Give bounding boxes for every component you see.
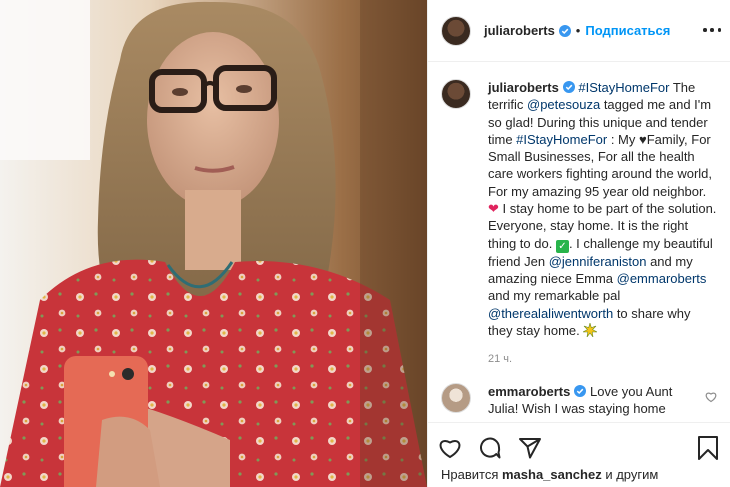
caption-text: juliaroberts #IStayHomeFor The terrific …	[488, 79, 717, 339]
mention-link[interactable]: @petesouza	[527, 97, 600, 112]
mention-link[interactable]: @jenniferaniston	[549, 254, 647, 269]
hashtag-link[interactable]: #IStayHomeFor	[578, 80, 669, 95]
red-heart-icon: ❤	[488, 201, 499, 217]
caption-block: juliaroberts #IStayHomeFor The terrific …	[441, 79, 717, 339]
header-separator: •	[575, 23, 581, 38]
verified-badge-icon	[558, 24, 571, 37]
caption-fragment: and my remarkable pal	[488, 288, 621, 304]
likes-prefix: Нравится	[441, 467, 502, 482]
more-options-icon[interactable]	[703, 22, 721, 38]
caption-username[interactable]: juliaroberts	[488, 80, 559, 95]
caption-fragment: : My	[607, 131, 639, 147]
likes-summary: Нравится masha_sanchez и другим	[441, 467, 658, 482]
black-heart-icon: ♥	[639, 131, 647, 147]
comment-icon[interactable]	[478, 436, 502, 460]
heart-icon[interactable]	[438, 436, 462, 460]
hashtag-link[interactable]: #IStayHomeFor	[516, 132, 607, 147]
comments-area[interactable]: juliaroberts #IStayHomeFor The terrific …	[428, 63, 730, 422]
mention-link[interactable]: @therealaliwentworth	[488, 306, 613, 321]
liked-by-user[interactable]: masha_sanchez	[502, 467, 602, 482]
post-timestamp[interactable]: 21 ч.	[488, 353, 717, 365]
sparkle-icon	[583, 322, 598, 337]
action-icons	[438, 436, 558, 460]
small-heart-icon[interactable]	[705, 391, 717, 403]
mirror-selfie-image	[0, 0, 427, 487]
commenter-verified-badge-icon	[574, 385, 587, 398]
commenter-avatar[interactable]	[441, 383, 471, 414]
author-username[interactable]: juliaroberts	[484, 23, 555, 38]
comment-text: emmaroberts Love you Aunt Julia! Wish I …	[488, 383, 698, 418]
likes-suffix[interactable]: и другим	[602, 467, 658, 482]
author-avatar[interactable]	[441, 15, 471, 46]
mention-link[interactable]: @emmaroberts	[617, 271, 707, 286]
post-actions: Нравится masha_sanchez и другим	[428, 422, 730, 487]
bookmark-icon[interactable]	[697, 436, 719, 460]
follow-button[interactable]: Подписаться	[585, 23, 670, 38]
post-photo[interactable]	[0, 0, 427, 487]
post-sidebar: juliaroberts • Подписаться juliaroberts …	[427, 0, 730, 487]
caption-verified-badge-icon	[562, 81, 575, 93]
instagram-post: juliaroberts • Подписаться juliaroberts …	[0, 0, 730, 487]
comment-item: emmaroberts Love you Aunt Julia! Wish I …	[441, 383, 717, 418]
check-mark-icon: ✓	[555, 239, 569, 253]
share-icon[interactable]	[518, 436, 542, 460]
post-header: juliaroberts • Подписаться	[428, 0, 730, 62]
caption-author-avatar[interactable]	[441, 79, 471, 109]
commenter-username[interactable]: emmaroberts	[488, 384, 570, 399]
